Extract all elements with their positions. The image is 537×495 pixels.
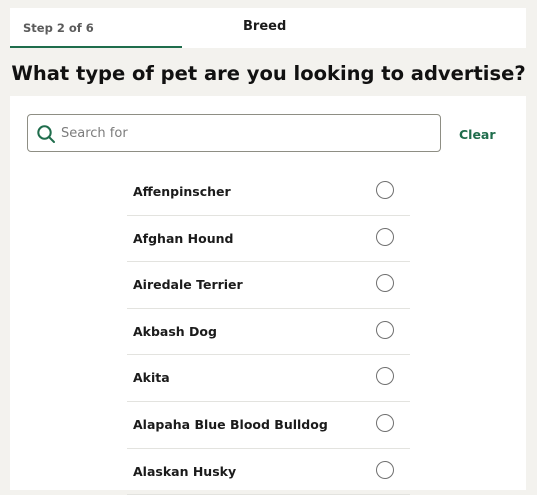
breed-option[interactable]: Airedale Terrier — [127, 262, 410, 309]
breed-option-label: Alapaha Blue Blood Bulldog — [133, 416, 328, 432]
breed-option[interactable]: Akita — [127, 355, 410, 402]
breed-radio[interactable] — [376, 460, 394, 479]
breed-option-label: Alaskan Husky — [133, 463, 237, 479]
breed-option-label: Affenpinscher — [133, 184, 231, 199]
breed-option[interactable]: Alaskan Husky — [127, 449, 410, 495]
breed-option-label: Akita — [133, 370, 170, 386]
breed-option[interactable]: Affenpinscher — [127, 169, 410, 216]
breed-option[interactable]: Afghan Hound — [127, 216, 410, 263]
clear-button[interactable]: Clear — [459, 127, 496, 142]
breed-radio[interactable] — [376, 181, 394, 199]
breed-radio[interactable] — [376, 274, 394, 293]
breed-list: Affenpinscher Afghan Hound Airedale Terr… — [127, 169, 410, 495]
step-counter: Step 2 of 6 — [23, 21, 94, 35]
breed-option[interactable]: Alapaha Blue Blood Bulldog — [127, 402, 410, 449]
breed-radio[interactable] — [376, 413, 394, 432]
breed-option[interactable]: Akbash Dog — [127, 309, 410, 356]
search-input[interactable] — [61, 116, 431, 150]
breed-radio[interactable] — [376, 320, 394, 339]
step-header: Step 2 of 6 Breed — [10, 8, 526, 48]
step-progress-bar — [10, 46, 182, 48]
breed-option-label: Akbash Dog — [133, 323, 217, 339]
search-icon — [36, 124, 56, 144]
page-title: What type of pet are you looking to adve… — [11, 62, 526, 85]
breed-option-label: Airedale Terrier — [133, 277, 243, 293]
breed-radio[interactable] — [376, 367, 394, 386]
breed-option-label: Afghan Hound — [133, 230, 234, 246]
breed-radio[interactable] — [376, 227, 394, 246]
search-box — [27, 114, 441, 152]
step-title: Breed — [243, 19, 287, 34]
breed-selection-panel: Clear Affenpinscher Afghan Hound Airedal… — [10, 96, 526, 495]
